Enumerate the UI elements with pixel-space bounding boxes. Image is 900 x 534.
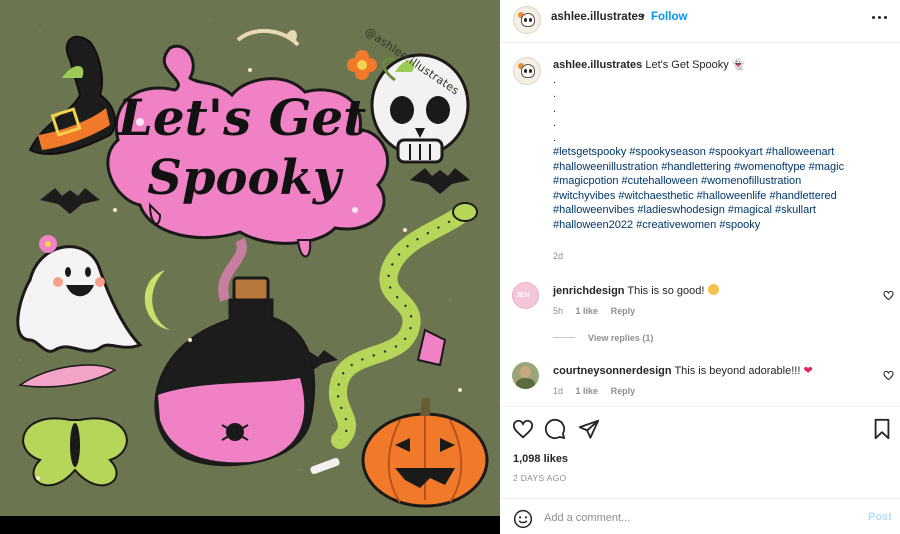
- artwork-canvas: Let's Get Spooky @ashlee.illustrates: [0, 0, 500, 516]
- comment-meta: 1d 1 like Reply: [553, 386, 645, 396]
- ghost-emoji-icon: 👻: [731, 59, 746, 71]
- post-date[interactable]: 2 DAYS AGO: [513, 473, 566, 483]
- comment-avatar[interactable]: [512, 362, 539, 389]
- comment-item: JEN jenrichdesign This is so good! 5h 1 …: [500, 282, 900, 322]
- heart-icon[interactable]: [883, 290, 894, 301]
- comment-avatar[interactable]: JEN: [512, 282, 539, 309]
- comment-time[interactable]: 5h: [553, 306, 563, 316]
- caption-avatar[interactable]: [513, 57, 541, 85]
- hashtag-line[interactable]: #magicpotion #cutehalloween #womenofillu…: [553, 175, 801, 187]
- comment-input[interactable]: [544, 507, 844, 529]
- follow-button[interactable]: Follow: [651, 11, 687, 23]
- hashtag-line[interactable]: #halloweenvibes #ladieswhodesign #magica…: [553, 204, 816, 216]
- hashtag-line[interactable]: #halloweenillustration #handlettering #w…: [553, 161, 844, 173]
- view-replies-button[interactable]: View replies (1): [553, 333, 653, 343]
- post-comment-button[interactable]: Post: [868, 511, 892, 523]
- caption-text: Let's Get Spooky: [645, 59, 729, 71]
- caption-timestamp[interactable]: 2d: [553, 251, 563, 261]
- header-separator: •: [641, 10, 645, 22]
- share-icon[interactable]: [578, 418, 600, 440]
- comment-text-block: courtneysonnerdesign This is beyond ador…: [553, 364, 813, 377]
- post-details-panel: ashlee.illustrates • Follow ashlee.illus…: [500, 0, 900, 534]
- action-bar: [500, 406, 900, 450]
- post-header: ashlee.illustrates • Follow: [500, 0, 900, 43]
- caption-dot: .: [553, 73, 557, 86]
- comment-meta: 5h 1 like Reply: [553, 306, 645, 316]
- caption-dot: .: [553, 102, 557, 115]
- author-username[interactable]: ashlee.illustrates: [551, 11, 644, 23]
- author-avatar[interactable]: [513, 6, 541, 34]
- add-comment-bar: Post: [500, 498, 900, 534]
- post-image[interactable]: Let's Get Spooky @ashlee.illustrates: [0, 0, 500, 534]
- caption-dot: .: [553, 88, 557, 100]
- heart-icon[interactable]: [512, 418, 534, 440]
- bookmark-icon[interactable]: [871, 418, 893, 440]
- smile-icon[interactable]: [513, 509, 533, 529]
- comment-likes[interactable]: 1 like: [576, 386, 599, 396]
- comment-username[interactable]: courtneysonnerdesign: [553, 365, 672, 377]
- comment-username[interactable]: jenrichdesign: [553, 285, 625, 297]
- clap-emoji-icon: [707, 284, 719, 295]
- comment-item: courtneysonnerdesign This is beyond ador…: [500, 362, 900, 402]
- heart-icon[interactable]: [883, 370, 894, 381]
- artwork-title-line1: Let's Get: [117, 88, 367, 147]
- reply-button[interactable]: Reply: [611, 306, 636, 316]
- comment-avatar-text: JEN: [516, 292, 530, 299]
- reply-button[interactable]: Reply: [611, 386, 636, 396]
- more-icon[interactable]: [872, 13, 888, 23]
- likes-count[interactable]: 1,098 likes: [513, 453, 568, 465]
- caption-dot: .: [553, 117, 557, 129]
- caption-username[interactable]: ashlee.illustrates: [553, 59, 642, 71]
- hashtag-line[interactable]: #witchyvibes #witchaesthetic #halloweenl…: [553, 190, 837, 202]
- artwork-title-line2: Spooky: [147, 150, 341, 206]
- red-heart-emoji-icon: ❤: [803, 365, 813, 377]
- hashtag-line[interactable]: #halloween2022 #creativewomen #spooky: [553, 219, 760, 231]
- caption-dot: .: [553, 131, 557, 144]
- hashtag-line[interactable]: #letsgetspooky #spookyseason #spookyart …: [553, 146, 834, 158]
- comment-icon[interactable]: [544, 418, 566, 440]
- hashtags: #letsgetspooky #spookyseason #spookyart …: [553, 145, 883, 232]
- caption-text-block: ashlee.illustrates Let's Get Spooky 👻 . …: [553, 58, 883, 232]
- comment-text: This is so good!: [627, 285, 705, 297]
- comment-likes[interactable]: 1 like: [576, 306, 599, 316]
- comment-text-block: jenrichdesign This is so good!: [553, 284, 719, 297]
- comment-time[interactable]: 1d: [553, 386, 563, 396]
- comment-text: This is beyond adorable!!!: [674, 365, 801, 377]
